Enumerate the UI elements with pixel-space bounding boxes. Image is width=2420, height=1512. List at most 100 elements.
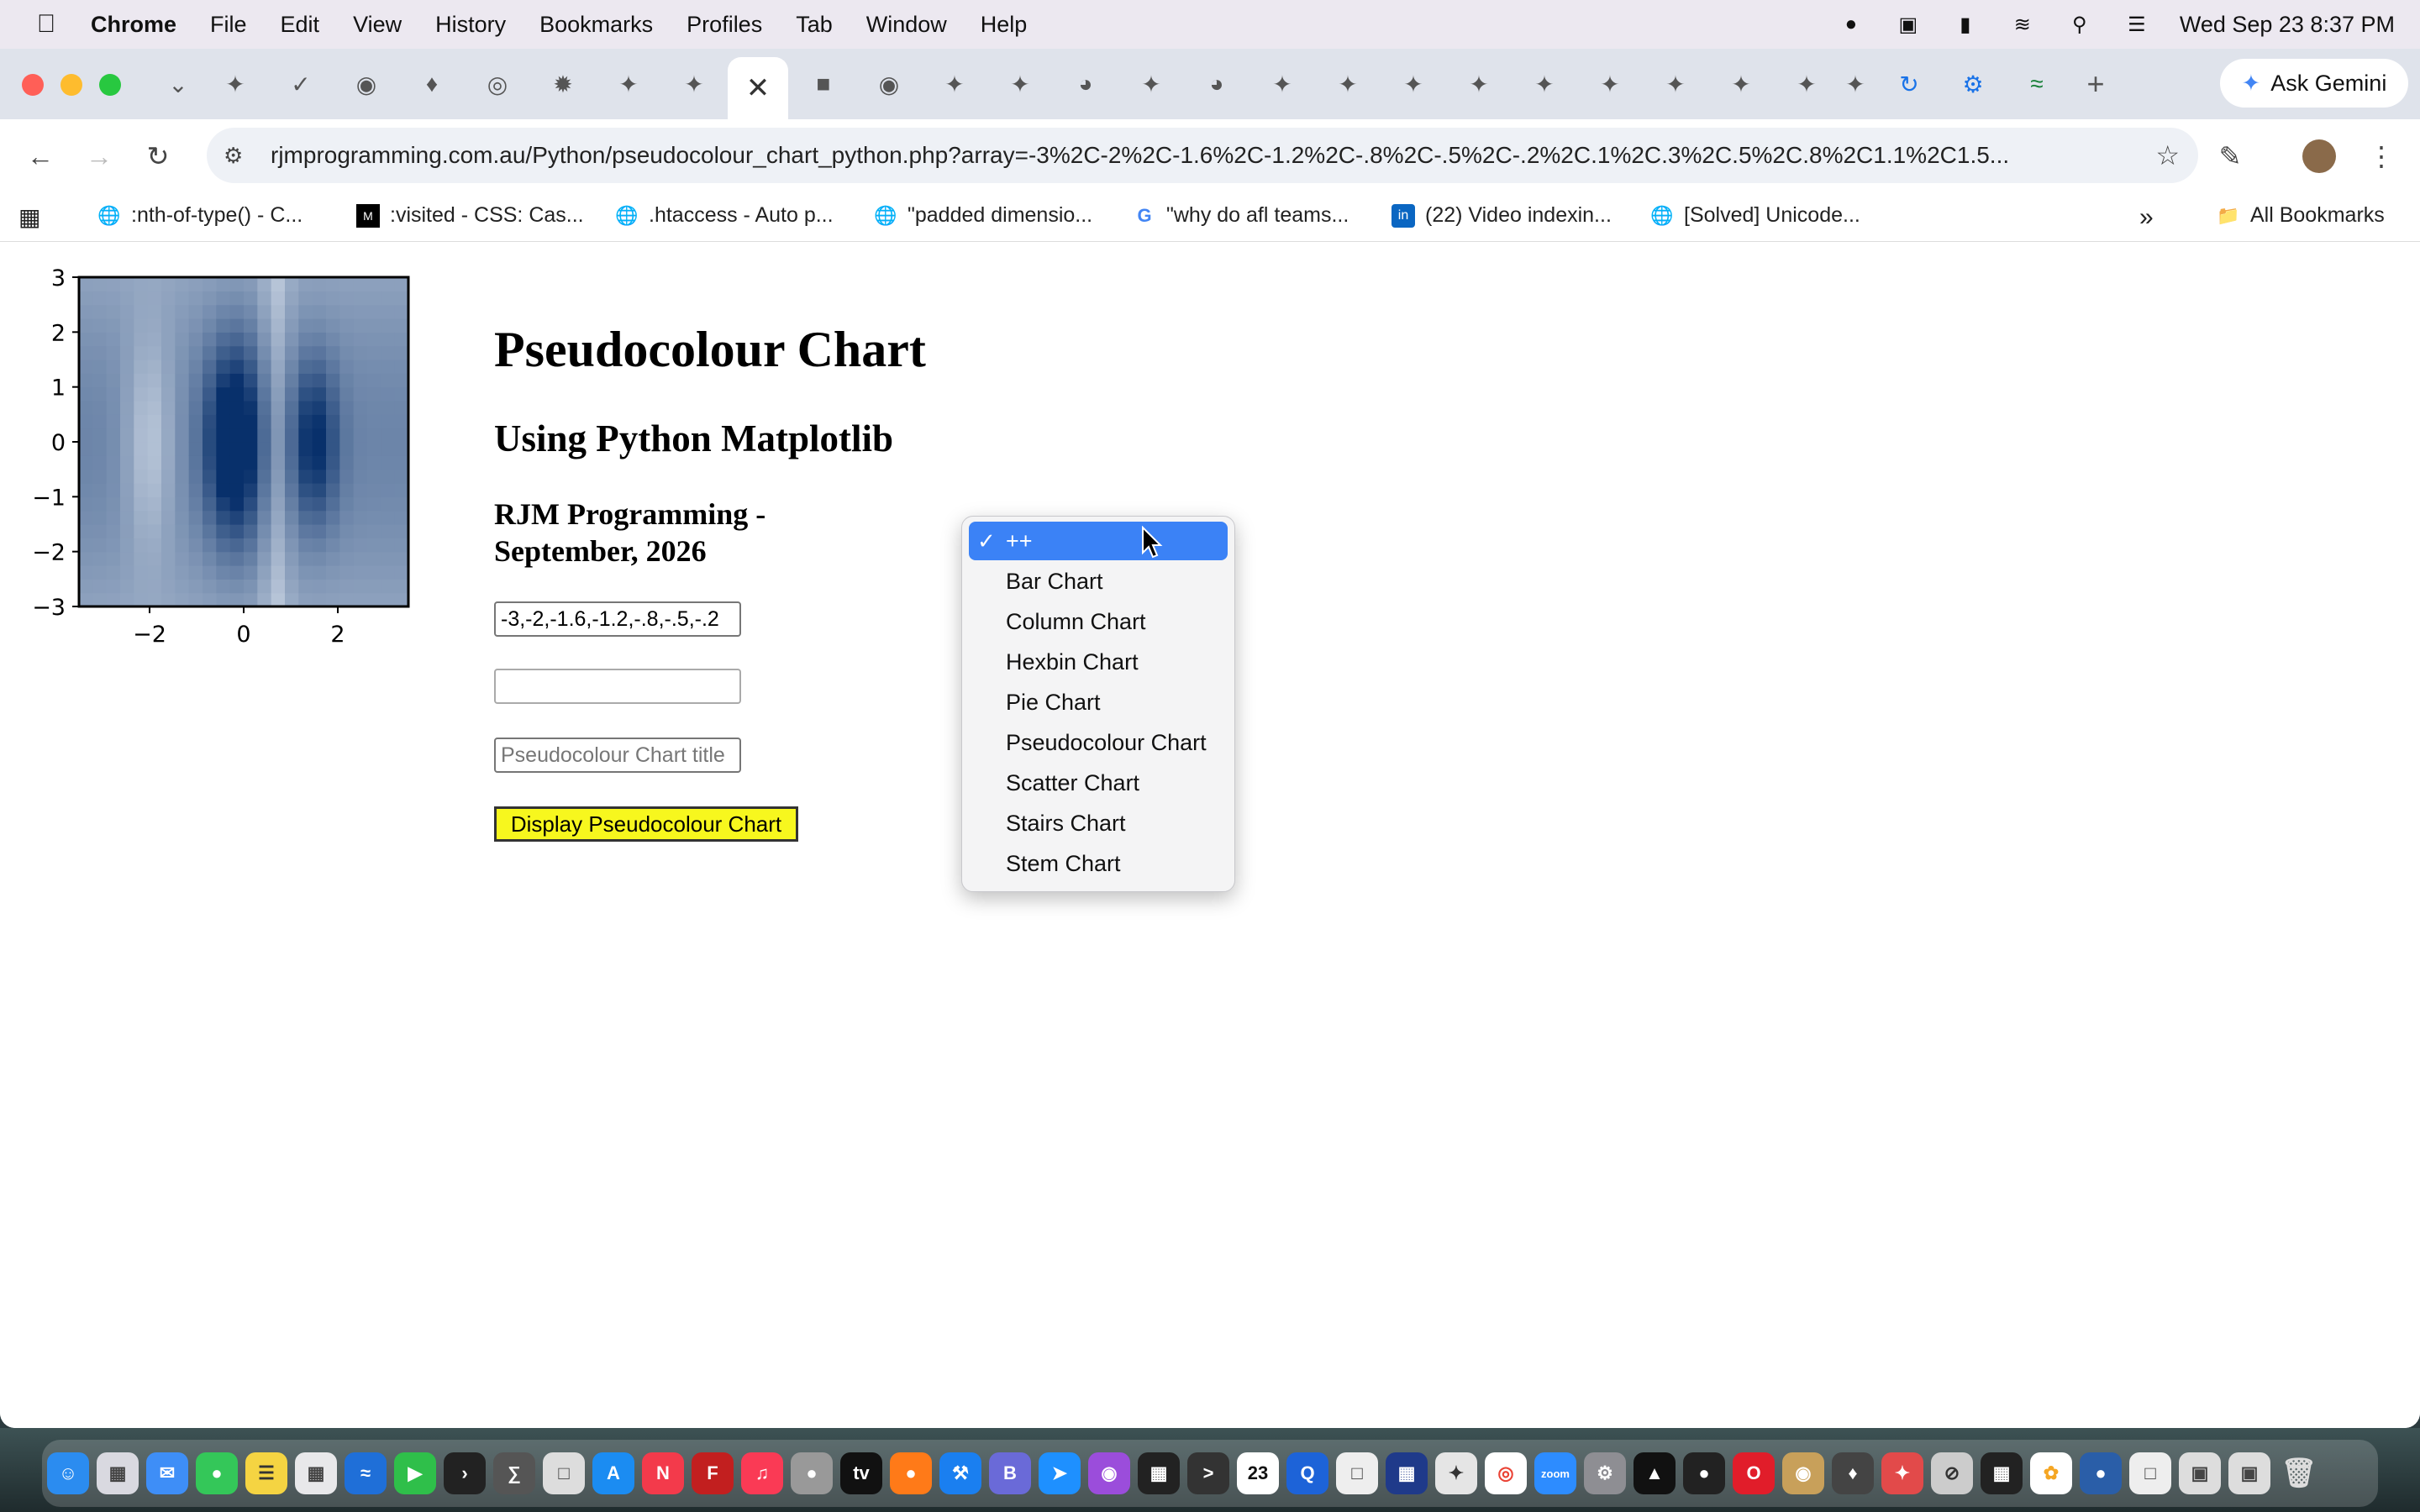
- minimize-window-button[interactable]: [60, 74, 82, 96]
- app-icon[interactable]: ▦: [1386, 1452, 1428, 1494]
- app-store-icon[interactable]: A: [592, 1452, 634, 1494]
- array-input[interactable]: [494, 601, 741, 637]
- tab-favicon-icon[interactable]: ≈: [2018, 66, 2055, 102]
- dropdown-option-selected[interactable]: ✓ ++: [969, 522, 1228, 560]
- trash-icon[interactable]: 🗑: [2278, 1452, 2320, 1494]
- apple-menu-icon[interactable]: : [34, 10, 59, 39]
- system-settings-icon[interactable]: ⚙: [1584, 1452, 1626, 1494]
- bbedit-icon[interactable]: B: [989, 1452, 1031, 1494]
- terminal-icon[interactable]: ›: [444, 1452, 486, 1494]
- menu-clock[interactable]: Wed Sep 23 8:37 PM: [2180, 12, 2395, 38]
- close-window-button[interactable]: [22, 74, 44, 96]
- menu-tab[interactable]: Tab: [796, 12, 833, 38]
- bookmark-item[interactable]: M:visited - CSS: Cas...: [356, 203, 584, 228]
- tab-search-chevron-icon[interactable]: ⌄: [160, 66, 197, 102]
- dropdown-option[interactable]: Stem Chart: [969, 844, 1228, 883]
- tab-favicon-icon[interactable]: ◕: [1198, 66, 1235, 102]
- zoom-window-button[interactable]: [99, 74, 121, 96]
- menu-app-name[interactable]: Chrome: [91, 12, 176, 38]
- history-tab-icon[interactable]: ↻: [1891, 66, 1928, 102]
- settings-tab-icon[interactable]: ⚙: [1954, 66, 1991, 102]
- second-input[interactable]: [494, 669, 741, 704]
- menu-profiles[interactable]: Profiles: [687, 12, 762, 38]
- bookmark-item[interactable]: G "why do afl teams...: [1133, 203, 1349, 228]
- wifi-icon[interactable]: ≋: [2008, 13, 2037, 36]
- app-icon[interactable]: ⊘: [1931, 1452, 1973, 1494]
- site-info-icon[interactable]: ⚙: [224, 143, 252, 169]
- app-icon[interactable]: ▲: [1634, 1452, 1676, 1494]
- tab-favicon-icon[interactable]: ✦: [1002, 66, 1039, 102]
- tab-favicon-icon[interactable]: ✦: [610, 66, 647, 102]
- menu-history[interactable]: History: [435, 12, 506, 38]
- facetime-icon[interactable]: ▶: [394, 1452, 436, 1494]
- tab-favicon-icon[interactable]: ◉: [348, 66, 385, 102]
- messages-icon[interactable]: ●: [196, 1452, 238, 1494]
- user-status-icon[interactable]: ●: [1837, 13, 1865, 36]
- console-icon[interactable]: >: [1187, 1452, 1229, 1494]
- dropdown-option[interactable]: Bar Chart: [969, 562, 1228, 601]
- tab-favicon-icon[interactable]: ◎: [479, 66, 516, 102]
- photos-icon[interactable]: ✿: [2030, 1452, 2072, 1494]
- finder-icon[interactable]: ☺: [47, 1452, 89, 1494]
- new-tab-button[interactable]: +: [2077, 66, 2114, 102]
- menu-bookmarks[interactable]: Bookmarks: [539, 12, 653, 38]
- more-bookmarks-chevron-icon[interactable]: »: [2139, 203, 2154, 232]
- zoom-icon[interactable]: zoom: [1534, 1452, 1576, 1494]
- bookmark-item[interactable]: 🌐 .htaccess - Auto p...: [615, 203, 833, 228]
- app-icon[interactable]: ●: [791, 1452, 833, 1494]
- app-icon[interactable]: ▦: [1981, 1452, 2023, 1494]
- bookmark-item[interactable]: 🌐 [Solved] Unicode...: [1650, 203, 1860, 228]
- freeform-icon[interactable]: ≈: [345, 1452, 387, 1494]
- display-icon[interactable]: ▣: [1894, 13, 1923, 36]
- dropdown-option[interactable]: Hexbin Chart: [969, 643, 1228, 681]
- calculator-icon[interactable]: ∑: [493, 1452, 535, 1494]
- dropdown-option[interactable]: Scatter Chart: [969, 764, 1228, 802]
- preview-icon[interactable]: □: [543, 1452, 585, 1494]
- calendar-grid-icon[interactable]: ▦: [295, 1452, 337, 1494]
- tab-favicon-icon[interactable]: ✦: [1526, 66, 1563, 102]
- tab-favicon-icon[interactable]: ✦: [217, 66, 254, 102]
- reload-button[interactable]: ↻: [139, 138, 176, 175]
- tab-favicon-icon[interactable]: ✦: [1591, 66, 1628, 102]
- firefox-icon[interactable]: ●: [890, 1452, 932, 1494]
- ask-gemini-button[interactable]: ✦ Ask Gemini: [2220, 59, 2408, 108]
- tab-favicon-icon[interactable]: ◉: [871, 66, 908, 102]
- opera-icon[interactable]: O: [1733, 1452, 1775, 1494]
- xcode-icon[interactable]: ⚒: [939, 1452, 981, 1494]
- control-center-icon[interactable]: ☰: [2123, 13, 2151, 36]
- chrome-icon[interactable]: ◎: [1485, 1452, 1527, 1494]
- app-icon[interactable]: Q: [1286, 1452, 1328, 1494]
- url-text[interactable]: rjmprogramming.com.au/Python/pseudocolou…: [271, 142, 2144, 169]
- apple-tv-icon[interactable]: tv: [840, 1452, 882, 1494]
- podcasts-icon[interactable]: ◉: [1088, 1452, 1130, 1494]
- menu-view[interactable]: View: [353, 12, 402, 38]
- more-menu-icon[interactable]: ⋮: [2363, 138, 2400, 175]
- app-icon[interactable]: ●: [1683, 1452, 1725, 1494]
- app-icon[interactable]: ●: [2080, 1452, 2122, 1494]
- tab-favicon-icon[interactable]: ✦: [1133, 66, 1170, 102]
- tab-favicon-icon[interactable]: ✦: [1395, 66, 1432, 102]
- active-tab[interactable]: ✕: [728, 57, 788, 119]
- bookmark-item[interactable]: in (22) Video indexin...: [1392, 203, 1612, 228]
- safari-icon[interactable]: ➤: [1039, 1452, 1081, 1494]
- dropdown-option[interactable]: Pseudocolour Chart: [969, 723, 1228, 762]
- document-icon[interactable]: □: [2129, 1452, 2171, 1494]
- bookmark-item[interactable]: 🌐:nth-of-type() - C...: [97, 203, 302, 228]
- tab-favicon-icon[interactable]: ✦: [1264, 66, 1301, 102]
- menu-help[interactable]: Help: [981, 12, 1028, 38]
- calendar-icon[interactable]: 23: [1237, 1452, 1279, 1494]
- tab-favicon-icon[interactable]: ✦: [676, 66, 713, 102]
- launchpad-icon[interactable]: ▦: [97, 1452, 139, 1494]
- app-icon[interactable]: ♦: [1832, 1452, 1874, 1494]
- tab-favicon-icon[interactable]: ✦: [1788, 66, 1825, 102]
- back-button[interactable]: ←: [22, 138, 59, 175]
- tab-favicon-icon[interactable]: ✓: [282, 66, 319, 102]
- tab-favicon-icon[interactable]: ✦: [1460, 66, 1497, 102]
- bookmark-item[interactable]: 🌐 "padded dimensio...: [874, 203, 1092, 228]
- tab-favicon-icon[interactable]: ✹: [544, 66, 581, 102]
- bookmark-star-icon[interactable]: ☆: [2155, 139, 2180, 171]
- close-tab-icon[interactable]: ✕: [746, 71, 771, 105]
- display-chart-button[interactable]: Display Pseudocolour Chart: [494, 806, 798, 842]
- tab-favicon-icon[interactable]: ✦: [1723, 66, 1760, 102]
- battery-icon[interactable]: ▮: [1951, 13, 1980, 36]
